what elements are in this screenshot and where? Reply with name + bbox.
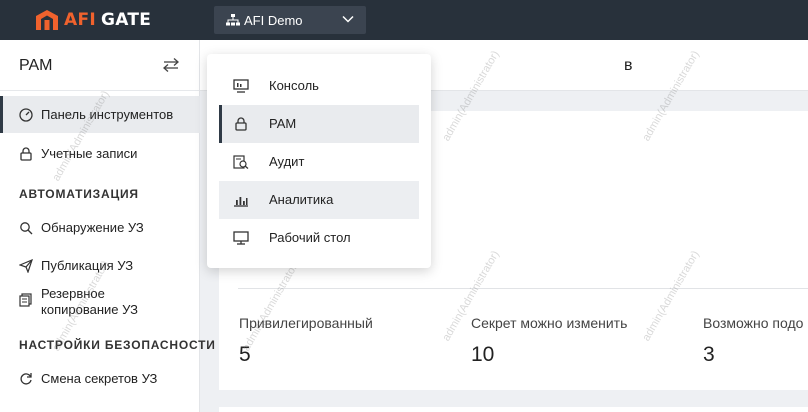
sidebar-header: PAM — [0, 40, 199, 91]
sidebar-item-label: Резервное копирование УЗ — [41, 286, 138, 318]
app-switcher-menu: Консоль PAM Аудит Аналитика Рабочий стол — [207, 54, 431, 268]
tenant-label: AFI Demo — [244, 12, 303, 28]
stat-value-changeable: 10 — [471, 343, 495, 366]
sidebar-item-dashboard[interactable]: Панель инструментов — [0, 96, 200, 133]
stat-label-privileged: Привилегированный — [239, 315, 373, 331]
menu-item-label: Консоль — [269, 78, 319, 93]
stat-value-possible: 3 — [703, 343, 715, 366]
sidebar-item-label: Панель инструментов — [41, 107, 174, 122]
chevron-down-icon — [342, 15, 354, 23]
audit-icon — [233, 155, 249, 169]
stat-value-privileged: 5 — [239, 343, 251, 366]
card-divider — [238, 288, 808, 289]
send-icon — [19, 258, 33, 273]
secondary-card — [219, 407, 808, 412]
sidebar-item-backup[interactable]: Резервное копирование УЗ — [0, 286, 200, 322]
sidebar-item-discovery[interactable]: Обнаружение УЗ — [0, 209, 200, 246]
sidebar-item-label: Учетные записи — [41, 146, 138, 161]
sidebar-item-label-line2: копирование УЗ — [41, 302, 138, 317]
menu-item-analytics[interactable]: Аналитика — [219, 181, 419, 219]
search-icon — [20, 221, 33, 234]
top-bar: AFI GATE AFI Demo — [0, 0, 808, 40]
org-tree-icon — [226, 14, 240, 26]
sidebar-item-secret-rotation[interactable]: Смена секретов УЗ — [0, 360, 200, 397]
sidebar-item-label-line1: Резервное — [41, 286, 105, 301]
logo-text-gate: GATE — [101, 10, 152, 30]
logo[interactable]: AFI GATE — [36, 9, 151, 31]
rotate-icon — [20, 372, 32, 385]
menu-item-label: Аудит — [269, 154, 305, 169]
menu-item-audit[interactable]: Аудит — [219, 143, 419, 181]
section-security-settings: НАСТРОЙКИ БЕЗОПАСНОСТИ — [19, 338, 216, 352]
menu-item-label: PAM — [269, 116, 297, 131]
lock-icon — [20, 146, 32, 161]
sidebar-item-label: Обнаружение УЗ — [41, 220, 144, 235]
sidebar-item-label: Публикация УЗ — [41, 258, 134, 273]
sidebar-item-publish[interactable]: Публикация УЗ — [0, 247, 200, 284]
stat-label-possible: Возможно подо — [703, 315, 804, 331]
logo-icon — [36, 10, 58, 30]
sidebar-title: PAM — [19, 57, 53, 74]
switch-arrows-icon[interactable] — [163, 57, 179, 73]
backup-icon — [19, 293, 32, 307]
page-title: в — [624, 57, 633, 74]
logo-text-afi: AFI — [64, 10, 96, 30]
sidebar-item-label: Смена секретов УЗ — [41, 371, 158, 386]
console-icon — [233, 79, 249, 93]
tenant-selector[interactable]: AFI Demo — [214, 6, 366, 34]
menu-item-desktop[interactable]: Рабочий стол — [219, 219, 419, 257]
section-automation: АВТОМАТИЗАЦИЯ — [19, 187, 139, 201]
menu-item-console[interactable]: Консоль — [219, 67, 419, 105]
analytics-icon — [234, 197, 248, 207]
sidebar-item-accounts[interactable]: Учетные записи — [0, 135, 200, 172]
menu-item-label: Аналитика — [269, 192, 334, 207]
menu-item-pam[interactable]: PAM — [219, 105, 419, 143]
lock-icon — [235, 117, 247, 131]
stat-label-changeable: Секрет можно изменить — [471, 315, 628, 331]
menu-item-label: Рабочий стол — [269, 230, 351, 245]
dashboard-icon — [19, 107, 33, 122]
desktop-icon — [233, 231, 249, 245]
